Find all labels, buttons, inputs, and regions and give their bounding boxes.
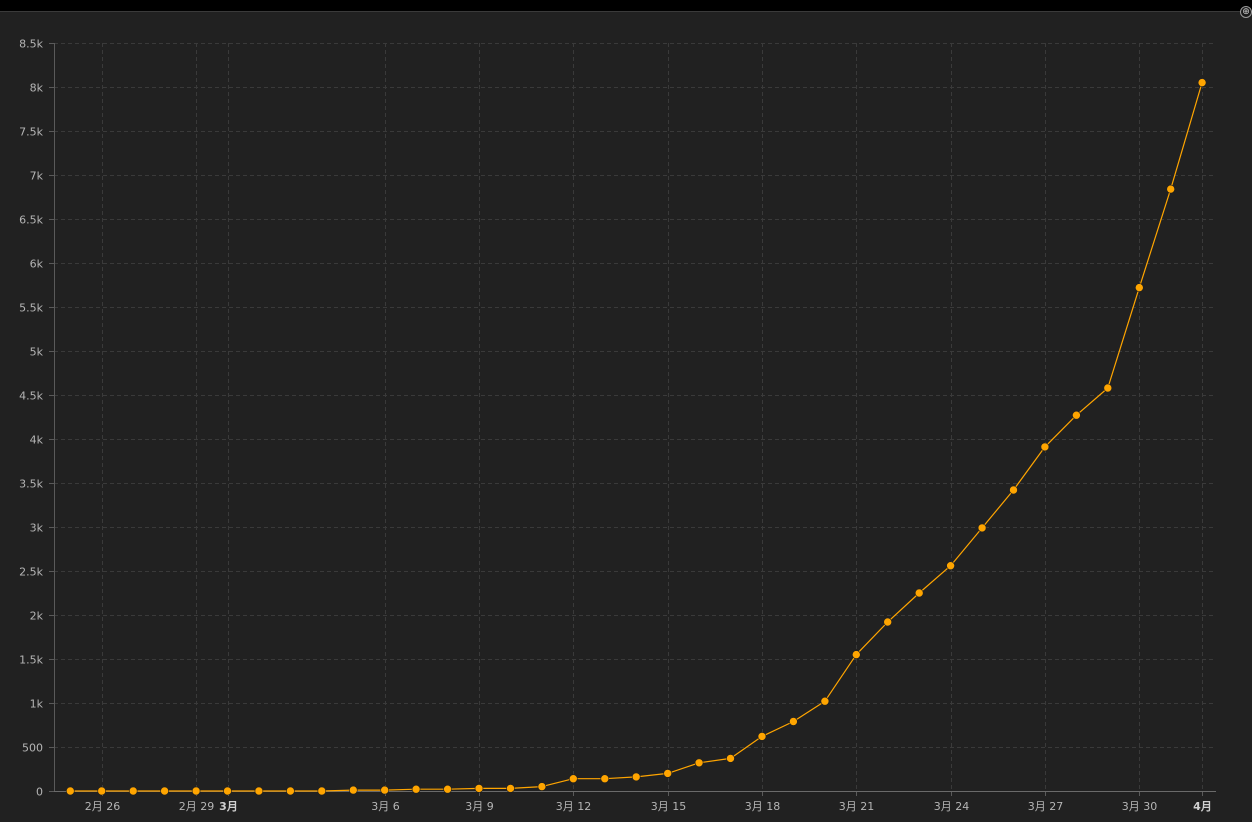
expand-icon[interactable]: ⊕ xyxy=(1240,6,1252,18)
y-tick-label: 7k xyxy=(30,170,44,183)
data-point[interactable] xyxy=(820,696,830,706)
axes xyxy=(49,43,1216,796)
data-point[interactable] xyxy=(726,754,735,763)
y-tick-label: 5.5k xyxy=(19,302,43,315)
data-point[interactable] xyxy=(1040,442,1050,452)
x-tick-label: 3月 21 xyxy=(839,800,875,813)
data-point[interactable] xyxy=(506,784,515,793)
data-point[interactable] xyxy=(568,774,578,784)
x-tick-label: 4月 xyxy=(1193,800,1212,813)
y-tick-label: 4k xyxy=(30,434,44,447)
data-point[interactable] xyxy=(128,786,138,796)
data-point[interactable] xyxy=(757,732,767,741)
y-tick-label: 3.5k xyxy=(19,478,43,491)
y-tick-label: 6k xyxy=(30,258,44,271)
data-point[interactable] xyxy=(223,786,232,796)
y-tick-label: 0 xyxy=(36,786,43,799)
x-tick-label: 3月 30 xyxy=(1122,800,1158,813)
x-tick-label: 2月 26 xyxy=(85,800,121,813)
data-point[interactable] xyxy=(1009,485,1018,495)
y-tick-label: 500 xyxy=(22,742,43,755)
x-tick-label: 3月 27 xyxy=(1028,800,1064,813)
data-point[interactable] xyxy=(380,785,390,795)
data-point[interactable] xyxy=(600,774,610,784)
data-point[interactable] xyxy=(1135,283,1144,292)
y-tick-label: 5k xyxy=(30,346,44,359)
series-line xyxy=(70,82,1203,792)
data-point[interactable] xyxy=(1166,184,1175,194)
y-tick-label: 1k xyxy=(30,698,44,711)
data-point[interactable] xyxy=(537,782,547,791)
data-point[interactable] xyxy=(191,786,201,796)
line-chart: 0 500 1k 1.5k 2k 2.5k 3k 3.5k 4k 4.5k 5k 5.5k 6k 6.5k… xyxy=(19,38,1216,813)
y-tick-label: 7.5k xyxy=(19,126,43,139)
data-point[interactable] xyxy=(883,617,893,627)
data-point[interactable] xyxy=(66,786,75,796)
data-point[interactable] xyxy=(851,650,861,659)
x-tick-label: 3月 xyxy=(219,800,238,813)
x-tick-label: 3月 15 xyxy=(651,800,687,813)
data-point[interactable] xyxy=(946,561,955,571)
x-tick-label: 3月 12 xyxy=(556,800,592,813)
series-layer xyxy=(66,78,1207,796)
data-point[interactable] xyxy=(663,769,673,778)
data-point[interactable] xyxy=(789,717,798,726)
x-tick-label: 3月 9 xyxy=(465,800,494,813)
y-tick-label: 8k xyxy=(30,82,44,95)
y-tick-label: 4.5k xyxy=(19,390,43,403)
data-point[interactable] xyxy=(977,523,987,533)
grid xyxy=(54,43,1216,791)
y-tick-label: 1.5k xyxy=(19,654,43,667)
data-point[interactable] xyxy=(411,784,421,794)
x-axis-tick-labels: 2月 26 2月 29 3月 3月 6 3月 9 3月 12 3月 15 3月 18 3月 21… xyxy=(85,800,1212,813)
y-tick-label: 2k xyxy=(30,610,44,623)
data-point[interactable] xyxy=(317,786,327,796)
data-point[interactable] xyxy=(631,772,641,782)
y-tick-label: 3k xyxy=(30,522,44,535)
data-point[interactable] xyxy=(1103,383,1113,393)
data-point[interactable] xyxy=(97,786,106,796)
data-point[interactable] xyxy=(443,784,452,794)
y-axis-tick-labels: 0 500 1k 1.5k 2k 2.5k 3k 3.5k 4k 4.5k 5k 5.5k 6k 6.5k… xyxy=(19,38,43,799)
y-tick-label: 8.5k xyxy=(19,38,43,51)
y-tick-label: 6.5k xyxy=(19,214,43,227)
data-point[interactable] xyxy=(348,785,358,795)
y-tick-label: 2.5k xyxy=(19,566,43,579)
data-point[interactable] xyxy=(914,588,924,598)
data-point[interactable] xyxy=(1197,78,1207,87)
data-point[interactable] xyxy=(1072,410,1081,420)
x-tick-label: 3月 24 xyxy=(934,800,970,813)
data-point[interactable] xyxy=(254,786,264,796)
x-tick-label: 3月 18 xyxy=(745,800,781,813)
data-point[interactable] xyxy=(286,786,295,796)
data-point[interactable] xyxy=(160,786,169,796)
x-tick-label: 3月 6 xyxy=(371,800,400,813)
data-point[interactable] xyxy=(694,758,704,768)
data-point[interactable] xyxy=(474,784,484,793)
x-tick-label: 2月 29 xyxy=(179,800,215,813)
